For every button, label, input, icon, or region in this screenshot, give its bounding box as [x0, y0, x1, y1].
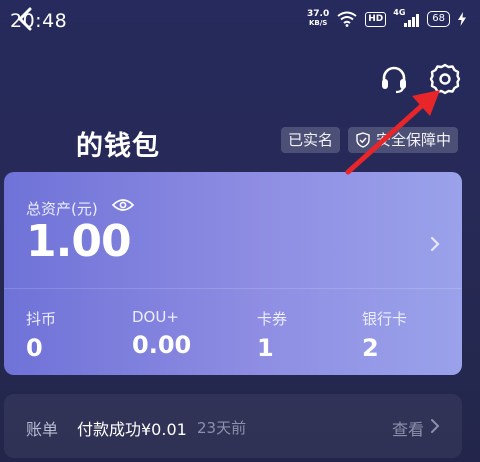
- status-icons: 37.0 KB/S HD 4G 68: [307, 8, 466, 28]
- status-bar: 20:48 37.0 KB/S HD 4G 68: [0, 0, 480, 44]
- page-title: 的钱包: [76, 131, 160, 162]
- card-divider: [4, 288, 462, 289]
- shield-check-icon: [356, 132, 370, 148]
- eye-icon[interactable]: [112, 197, 134, 213]
- security-badge[interactable]: 安全保障中: [348, 127, 459, 153]
- gear-icon[interactable]: [428, 62, 462, 96]
- security-badge-label: 安全保障中: [376, 131, 452, 149]
- stat-coupons[interactable]: 卡券 1: [257, 308, 287, 362]
- net-speed: 37.0 KB/S: [307, 9, 330, 28]
- bill-view-link[interactable]: 查看: [392, 416, 424, 440]
- wallet-card[interactable]: 总资产(元) 1.00 抖币 0 DOU+ 0.00 卡券 1 银行卡 2: [4, 172, 462, 375]
- hd-badge: HD: [365, 11, 387, 27]
- stat-bank-cards[interactable]: 银行卡 2: [362, 308, 407, 362]
- charging-icon: [458, 12, 466, 26]
- stat-dou-plus[interactable]: DOU+ 0.00: [132, 308, 191, 359]
- chevron-right-icon[interactable]: [428, 234, 442, 254]
- headset-icon[interactable]: [377, 62, 411, 96]
- total-balance: 1.00: [26, 216, 132, 267]
- signal-icon: 4G: [393, 8, 420, 27]
- bill-title: 账单: [26, 420, 59, 439]
- bill-row[interactable]: 账单 付款成功¥0.01 23天前 查看: [4, 394, 462, 458]
- stat-coins[interactable]: 抖币 0: [26, 308, 56, 362]
- battery-icon: 68: [427, 11, 450, 27]
- chevron-right-icon: [431, 419, 440, 433]
- verified-badge[interactable]: 已实名: [281, 127, 341, 153]
- bill-time: 23天前: [197, 419, 247, 437]
- back-icon[interactable]: [10, 4, 40, 34]
- wifi-icon: [337, 11, 357, 27]
- bill-description: 付款成功¥0.01: [77, 420, 187, 439]
